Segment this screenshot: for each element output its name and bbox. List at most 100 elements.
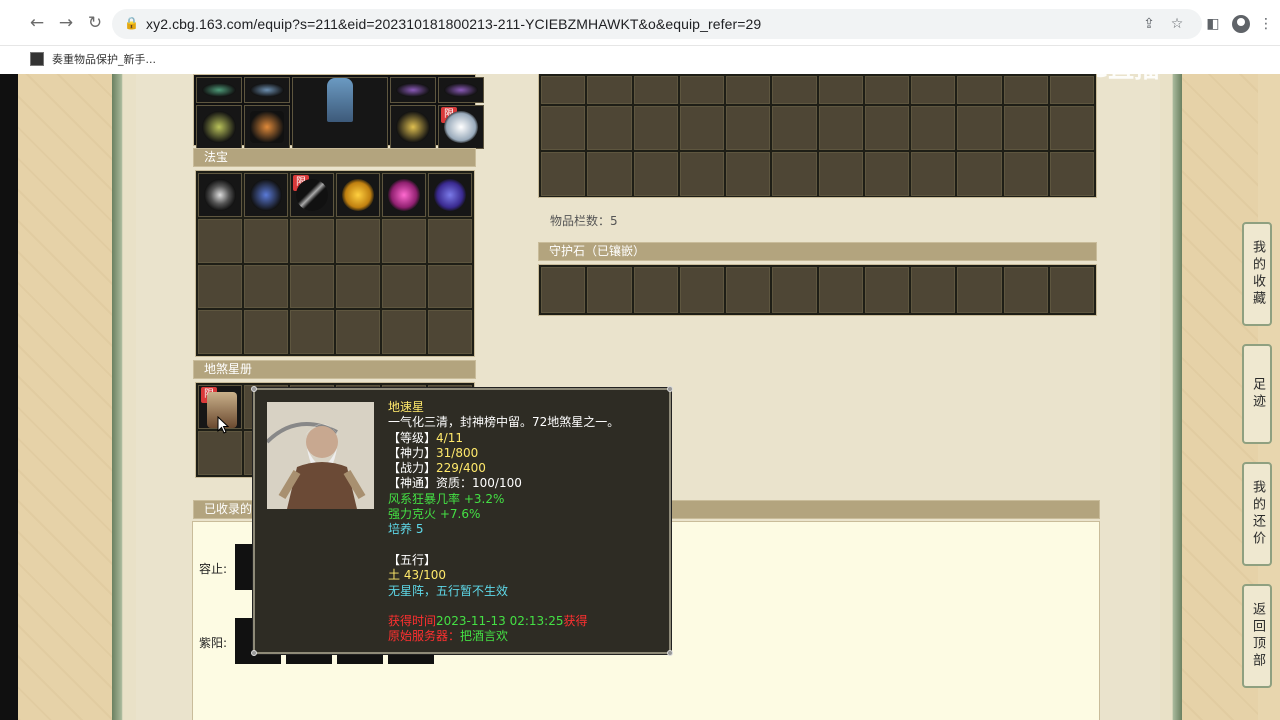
empty-slot[interactable] — [541, 106, 586, 150]
empty-slot[interactable] — [864, 76, 909, 104]
fabao-slot[interactable] — [198, 173, 242, 217]
empty-slot[interactable] — [772, 267, 817, 313]
empty-slot[interactable] — [772, 76, 817, 104]
empty-slot[interactable] — [336, 218, 380, 263]
empty-slot[interactable] — [1049, 76, 1094, 104]
empty-slot[interactable] — [726, 152, 771, 196]
empty-slot[interactable] — [957, 106, 1002, 150]
back-icon[interactable]: ← — [27, 13, 47, 33]
empty-slot[interactable] — [911, 76, 956, 104]
empty-slot[interactable] — [864, 106, 909, 150]
empty-slot[interactable] — [290, 310, 334, 354]
equip-slot[interactable] — [244, 77, 290, 103]
address-bar[interactable]: 🔒 xy2.cbg.163.com/equip?s=211&eid=202310… — [112, 9, 1202, 39]
empty-slot[interactable] — [726, 106, 771, 150]
url-text[interactable]: xy2.cbg.163.com/equip?s=211&eid=20231018… — [146, 16, 761, 32]
empty-slot[interactable] — [864, 152, 909, 196]
empty-slot[interactable] — [336, 310, 380, 354]
empty-slot[interactable] — [541, 152, 586, 196]
empty-slot[interactable] — [957, 152, 1002, 196]
empty-slot[interactable] — [679, 267, 724, 313]
empty-slot[interactable] — [1049, 152, 1094, 196]
empty-slot[interactable] — [818, 267, 863, 313]
empty-slot[interactable] — [633, 106, 678, 150]
fabao-slot[interactable] — [244, 173, 288, 217]
back-to-top-button[interactable]: 返回顶部 — [1242, 584, 1272, 688]
star-icon[interactable]: ☆ — [1168, 15, 1186, 33]
empty-slot[interactable] — [382, 264, 426, 309]
history-button[interactable]: 足迹 — [1242, 344, 1272, 444]
empty-slot[interactable] — [957, 267, 1002, 313]
empty-slot[interactable] — [818, 76, 863, 104]
fabao-grid: 限 — [195, 170, 475, 357]
fabao-slot[interactable] — [382, 173, 426, 217]
empty-slot[interactable] — [382, 218, 426, 263]
empty-slot[interactable] — [818, 106, 863, 150]
my-favorites-button[interactable]: 我的收藏 — [1242, 222, 1272, 326]
profile-avatar[interactable] — [1232, 15, 1250, 33]
my-counteroffer-button[interactable]: 我的还价 — [1242, 462, 1272, 566]
share-icon[interactable]: ⇪ — [1140, 15, 1158, 33]
empty-slot[interactable] — [587, 152, 632, 196]
empty-slot[interactable] — [818, 152, 863, 196]
equip-slot[interactable] — [244, 105, 290, 149]
empty-slot[interactable] — [198, 310, 242, 354]
empty-slot[interactable] — [587, 267, 632, 313]
empty-slot[interactable] — [1003, 76, 1048, 104]
empty-slot[interactable] — [290, 264, 334, 309]
empty-slot[interactable] — [244, 310, 288, 354]
empty-slot[interactable] — [428, 310, 472, 354]
equip-slot[interactable]: 限 — [438, 105, 484, 149]
bookmark-item[interactable]: 奏重物品保护_新手... — [30, 51, 156, 67]
row-label: 紫阳: — [199, 636, 228, 650]
equip-slot[interactable] — [390, 105, 436, 149]
empty-slot[interactable] — [428, 218, 472, 263]
empty-slot[interactable] — [1003, 152, 1048, 196]
empty-slot[interactable] — [911, 267, 956, 313]
empty-slot[interactable] — [244, 218, 288, 263]
empty-slot[interactable] — [198, 264, 242, 309]
bookmark-favicon-icon — [30, 52, 44, 66]
reload-icon[interactable]: ↻ — [85, 13, 105, 33]
equipment-grid: 限 — [193, 74, 484, 149]
empty-slot[interactable] — [336, 264, 380, 309]
empty-slot[interactable] — [587, 106, 632, 150]
fabao-slot[interactable] — [428, 173, 472, 217]
empty-slot[interactable] — [198, 218, 242, 263]
empty-slot[interactable] — [679, 152, 724, 196]
empty-slot[interactable] — [1003, 267, 1048, 313]
empty-slot[interactable] — [1003, 106, 1048, 150]
empty-slot[interactable] — [382, 310, 426, 354]
empty-slot[interactable] — [911, 106, 956, 150]
empty-slot[interactable] — [679, 106, 724, 150]
menu-icon[interactable]: ⋮ — [1256, 14, 1276, 34]
equip-slot[interactable] — [390, 77, 436, 103]
empty-slot[interactable] — [726, 76, 771, 104]
empty-slot[interactable] — [726, 267, 771, 313]
empty-slot[interactable] — [428, 264, 472, 309]
empty-slot[interactable] — [911, 152, 956, 196]
equip-slot[interactable] — [196, 105, 242, 149]
sidebar-icon[interactable]: ◧ — [1203, 14, 1223, 34]
empty-slot[interactable] — [957, 76, 1002, 104]
empty-slot[interactable] — [1049, 267, 1094, 313]
empty-slot[interactable] — [864, 267, 909, 313]
empty-slot[interactable] — [1049, 106, 1094, 150]
empty-slot[interactable] — [633, 152, 678, 196]
empty-slot[interactable] — [679, 76, 724, 104]
equip-slot[interactable] — [438, 77, 484, 103]
empty-slot[interactable] — [633, 76, 678, 104]
empty-slot[interactable] — [772, 152, 817, 196]
empty-slot[interactable] — [587, 76, 632, 104]
fabao-slot[interactable]: 限 — [290, 173, 334, 217]
empty-slot[interactable] — [541, 76, 586, 104]
empty-slot[interactable] — [541, 267, 586, 313]
empty-slot[interactable] — [633, 267, 678, 313]
fabao-slot[interactable] — [336, 173, 380, 217]
empty-slot[interactable] — [198, 431, 242, 475]
empty-slot[interactable] — [290, 218, 334, 263]
empty-slot[interactable] — [772, 106, 817, 150]
empty-slot[interactable] — [244, 264, 288, 309]
equip-slot[interactable] — [196, 77, 242, 103]
forward-icon[interactable]: → — [56, 13, 76, 33]
